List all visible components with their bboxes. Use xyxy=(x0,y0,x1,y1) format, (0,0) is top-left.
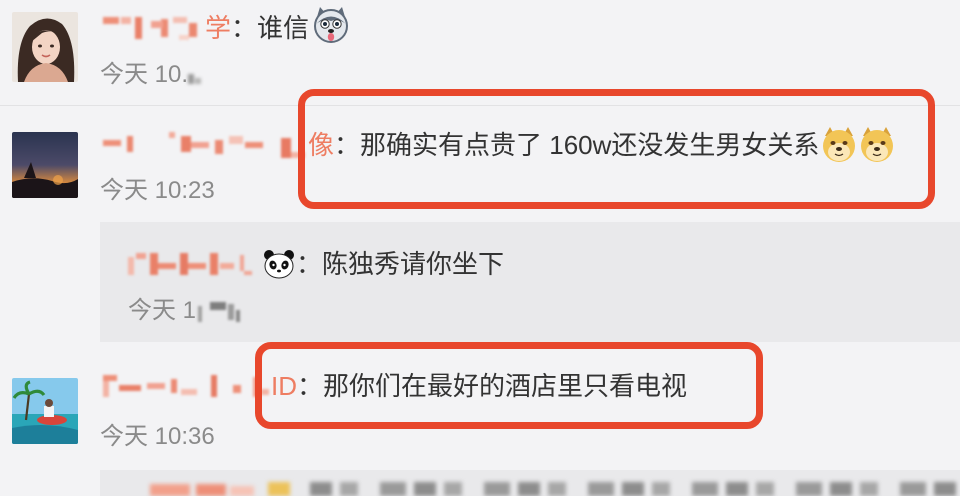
comment-separator: ： xyxy=(231,13,258,43)
comment-text: 谁信 xyxy=(257,13,310,43)
reply-line[interactable]: ： 陈独秀请你坐下 xyxy=(128,247,504,281)
reply-separator: ： xyxy=(296,249,323,279)
avatar[interactable] xyxy=(12,12,78,82)
husky-emoji-icon xyxy=(314,7,349,43)
timestamp-text: 今天 1 xyxy=(128,297,197,324)
username-visible-part: 学 xyxy=(205,13,232,43)
avatar[interactable] xyxy=(12,378,78,444)
username-redacted xyxy=(128,249,256,279)
reply-username-link[interactable] xyxy=(128,247,256,281)
reply-text-redacted xyxy=(310,482,960,496)
username-redacted xyxy=(103,13,205,43)
avatar-photo-sunset xyxy=(12,132,78,198)
comment-thread: 学 ： 谁信 今天 10. 像 ： 那确实有点贵了 160w还没发生男女关系 今… xyxy=(0,0,960,496)
username-redacted xyxy=(103,371,271,401)
reply-text: 陈独秀请你坐下 xyxy=(322,249,505,279)
timestamp-text: 今天 10:23 xyxy=(100,177,215,204)
timestamp-text: 今天 10:36 xyxy=(100,423,215,450)
comment-line[interactable]: 学 ： 谁信 xyxy=(103,7,351,45)
timestamp-text: 今天 10. xyxy=(100,61,189,88)
avatar-photo-girl xyxy=(12,12,78,82)
reply-timestamp: 今天 1 xyxy=(128,296,243,326)
avatar-photo-beach xyxy=(12,378,78,444)
reply-username-redacted xyxy=(150,482,290,496)
username-redacted xyxy=(103,130,308,160)
highlight-box xyxy=(298,89,935,209)
panda-emoji-icon xyxy=(264,250,294,279)
highlight-box xyxy=(255,342,763,429)
username-link[interactable]: 学 xyxy=(103,11,231,45)
comment-timestamp: 今天 10. xyxy=(100,60,203,90)
comment-timestamp: 今天 10:36 xyxy=(100,422,215,452)
timestamp-redacted xyxy=(196,296,243,326)
comment-timestamp: 今天 10:23 xyxy=(100,176,215,206)
timestamp-redacted xyxy=(188,60,203,90)
avatar[interactable] xyxy=(12,132,78,198)
